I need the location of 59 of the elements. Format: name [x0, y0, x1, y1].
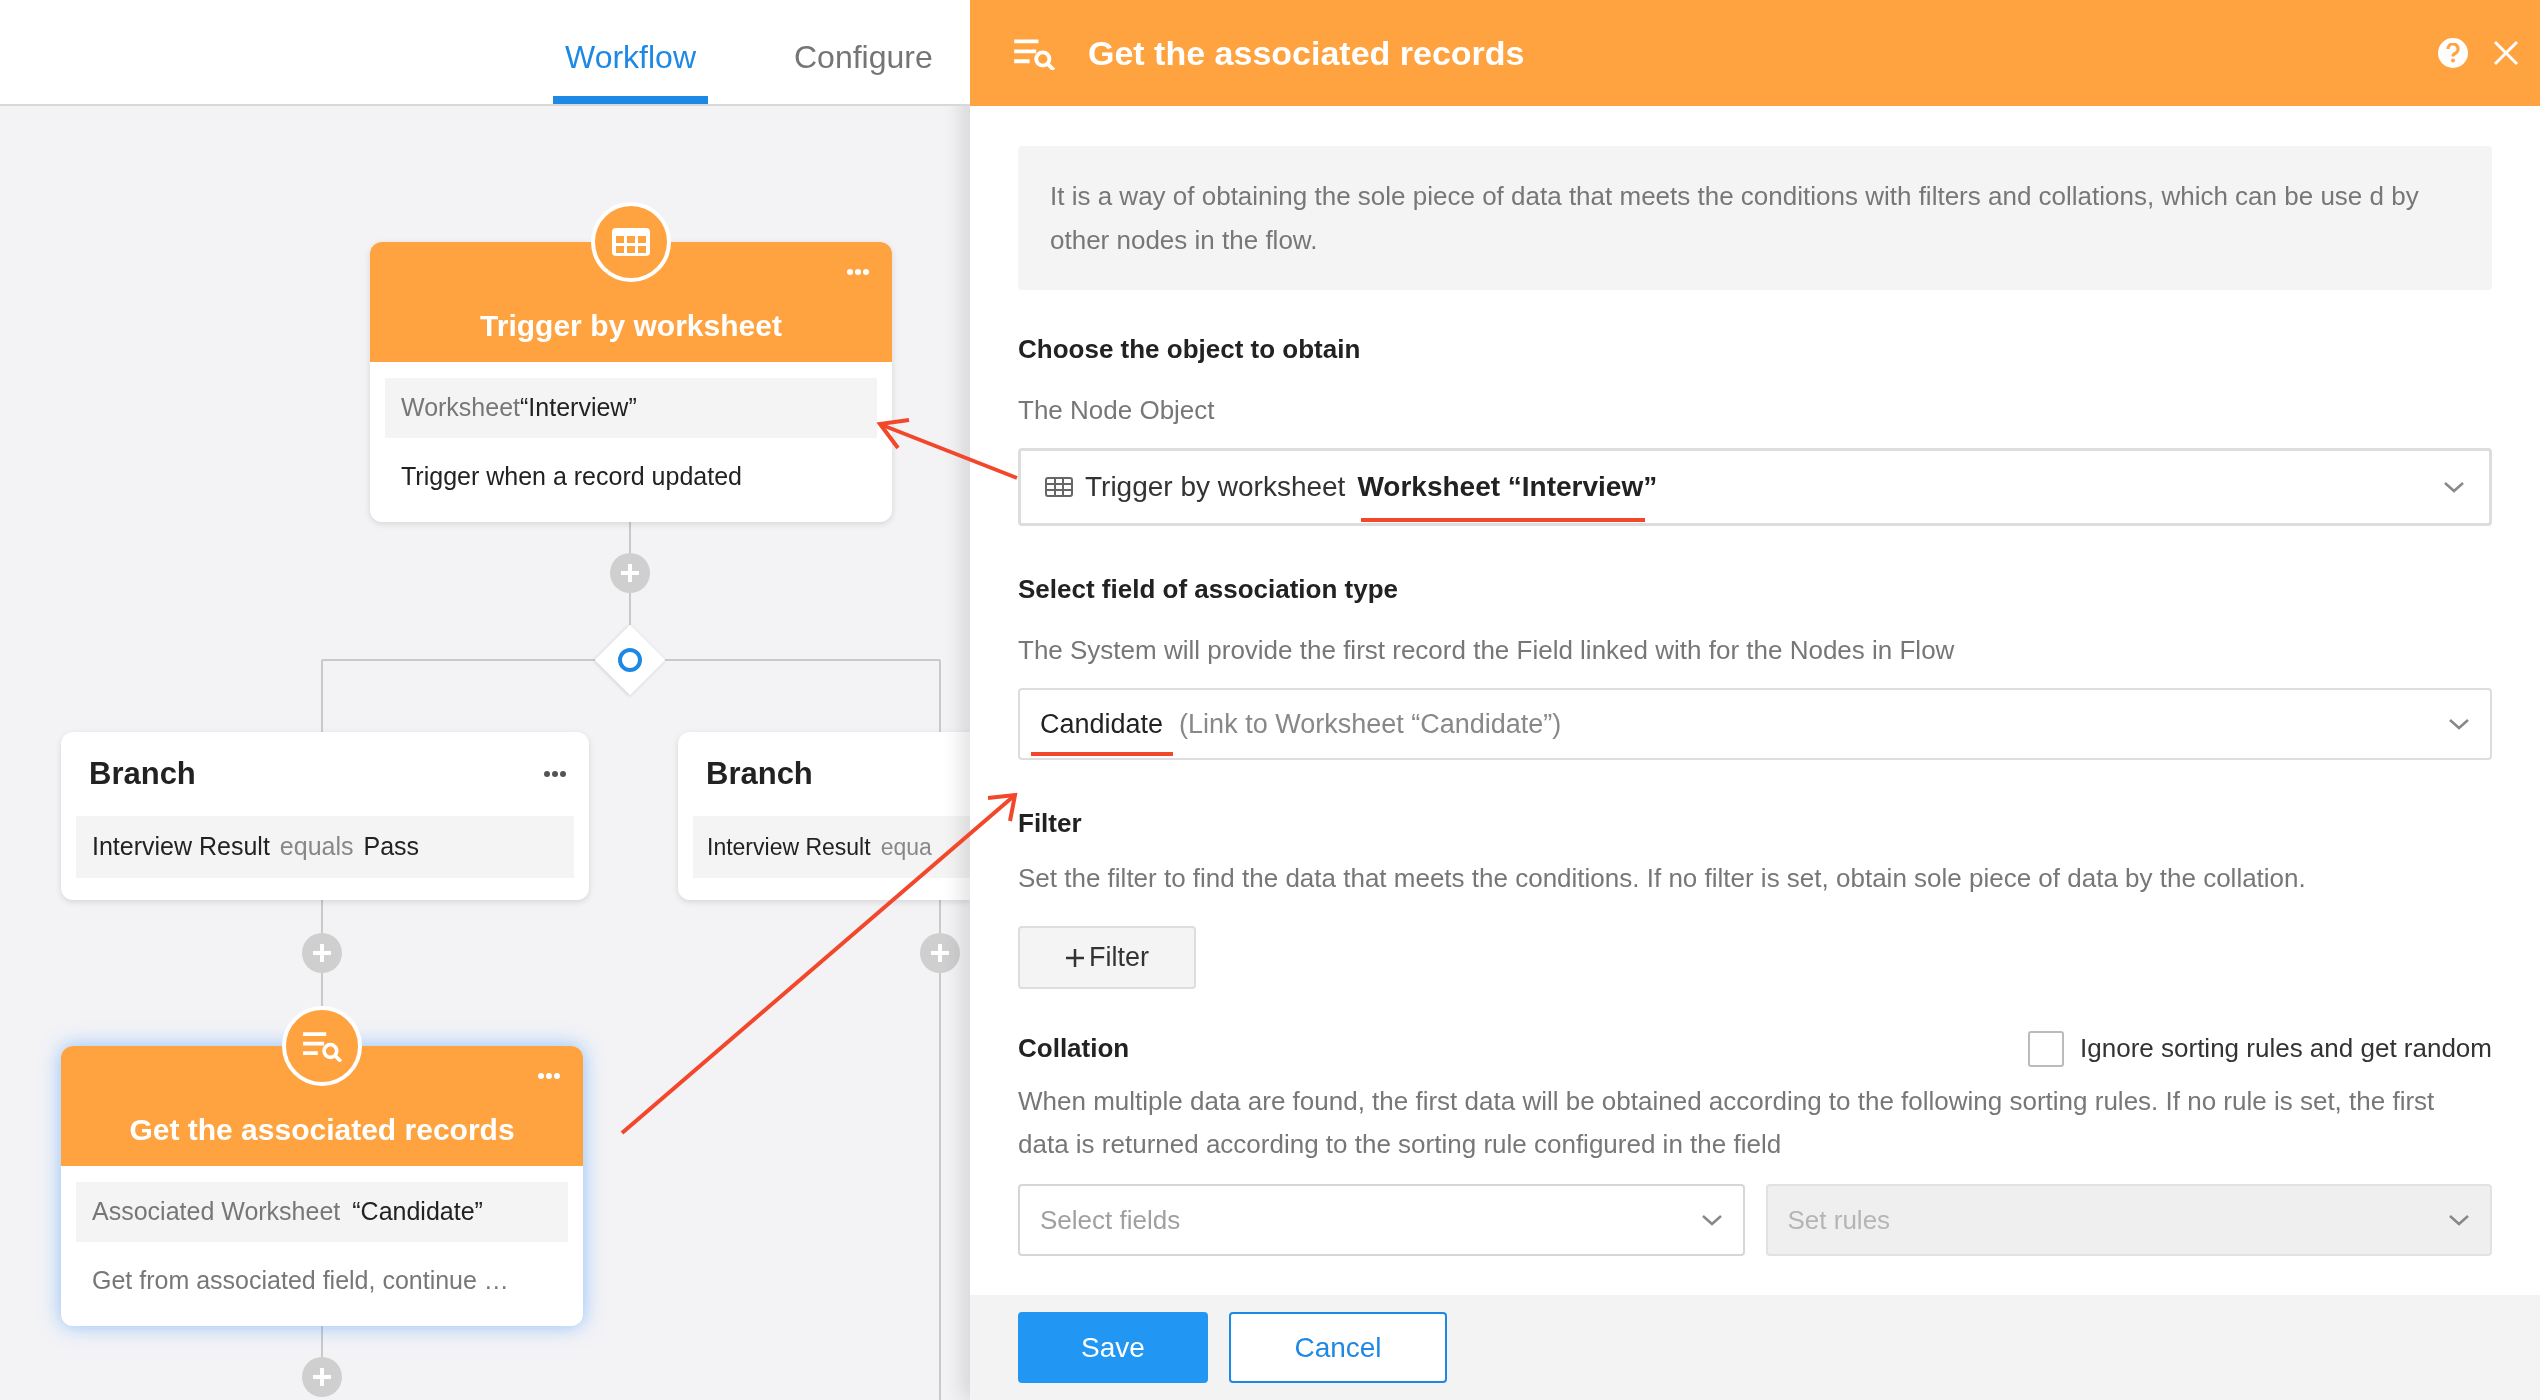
chevron-down-icon	[1700, 1214, 1723, 1226]
plus-icon	[311, 942, 333, 964]
sort-select: Set rules	[1765, 1184, 2492, 1256]
help-icon[interactable]	[2438, 38, 2468, 68]
branch-card[interactable]: Branch Interview Result equals Pass	[61, 732, 589, 900]
field-select[interactable]: Candidate (Link to Worksheet “Candidate”)	[1018, 688, 2492, 760]
connector-line	[629, 519, 631, 554]
connector-line	[629, 592, 631, 626]
checkbox-label: Ignore sorting rules and get random	[2080, 1032, 2492, 1065]
add-filter-button[interactable]: Filter	[1018, 926, 1196, 989]
list-search-icon	[1012, 36, 1056, 70]
node-card[interactable]: Get the associated records Associated Worksheet “Candidate” Get from associated field, continue …	[61, 1046, 583, 1326]
connector-line	[321, 972, 323, 1007]
branch-condition: Interview Result equals Pass	[76, 816, 574, 878]
plus-icon	[1065, 947, 1085, 968]
section-heading: Select field of association type	[1018, 573, 1399, 606]
hint-text: When multiple data are found, the first data will be obtained according to the following sorting rules. If no rule is set, the first data is returned according to the sorting rule configured in the field	[1018, 1085, 2436, 1161]
connector-line	[939, 899, 941, 934]
node-card[interactable]: Trigger by worksheet Worksheet“Interview” Trigger when a record updated	[370, 242, 892, 522]
checkbox[interactable]	[2028, 1030, 2065, 1067]
object-select[interactable]: Trigger by worksheet Worksheet “Interview”	[1018, 448, 2492, 526]
add-step-button[interactable]	[610, 553, 650, 593]
node-description: Trigger when a record updated	[400, 461, 743, 492]
plus-icon	[311, 1366, 333, 1388]
node-title: Trigger by worksheet	[480, 308, 782, 344]
section-heading: Choose the object to obtain	[1018, 333, 1362, 366]
hint-text: The Node Object	[1018, 394, 1216, 427]
cancel-button[interactable]: Cancel	[1229, 1312, 1447, 1383]
more-icon[interactable]	[543, 770, 567, 778]
panel-title: Get the associated records	[1088, 32, 1526, 74]
node-detail: Worksheet“Interview”	[385, 378, 877, 438]
list-search-icon	[301, 1030, 343, 1062]
node-title: Get the associated records	[129, 1112, 515, 1148]
chevron-down-icon	[2448, 1214, 2470, 1226]
description-text: It is a way of obtaining the sole piece of data that meets the conditions with filters and collations, which can be use d by other nodes in the flow.	[1018, 146, 2492, 290]
connector-line	[321, 1324, 323, 1358]
close-icon[interactable]	[2492, 39, 2520, 67]
plus-icon	[929, 942, 951, 964]
section-heading: Filter	[1018, 807, 1083, 840]
add-step-button[interactable]	[920, 933, 960, 973]
branch-title: Branch	[706, 754, 813, 793]
node-description: Get from associated field, continue …	[91, 1265, 510, 1296]
add-step-button[interactable]	[302, 933, 342, 973]
chevron-down-icon	[2443, 481, 2465, 493]
chevron-down-icon	[2448, 718, 2470, 730]
plus-icon	[619, 562, 641, 584]
node-detail: Associated Worksheet “Candidate”	[76, 1182, 568, 1242]
section-heading: Collation	[1018, 1032, 1130, 1065]
table-icon	[1045, 477, 1073, 497]
add-step-button[interactable]	[302, 1357, 342, 1397]
tab[interactable]: Configure	[782, 0, 945, 104]
tab[interactable]: Workflow	[553, 0, 708, 104]
branch-title: Branch	[89, 754, 196, 793]
connector-line	[321, 899, 323, 934]
branch-condition: Interview Result equa	[693, 816, 970, 878]
hint-text: Set the filter to find the data that meets the conditions. If no filter is set, obtain sole piece of data by the collation.	[1018, 862, 2307, 895]
hint-text: The System will provide the first record the Field linked with for the Nodes in Flow	[1018, 634, 1956, 667]
branch-card[interactable]: Branch Interview Result equa	[678, 732, 970, 900]
table-icon	[611, 227, 651, 257]
